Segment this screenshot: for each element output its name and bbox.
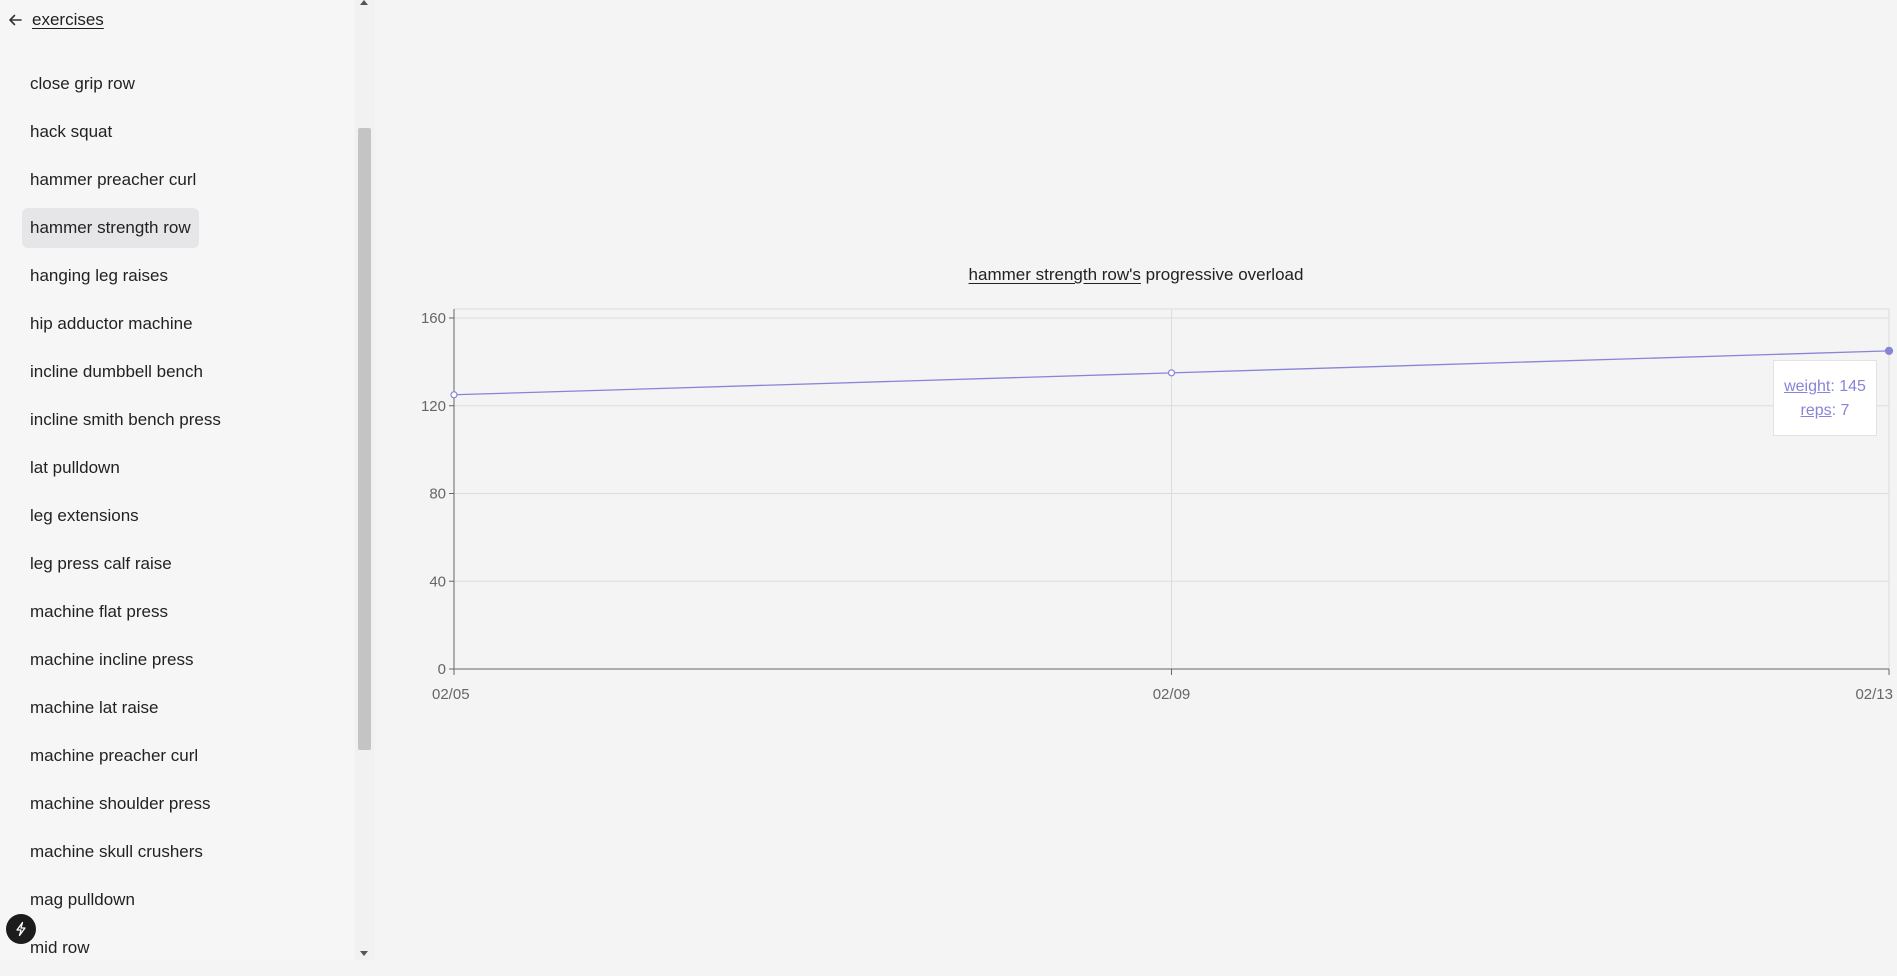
x-tick-label: 02/13 bbox=[1855, 686, 1893, 703]
data-point bbox=[1884, 346, 1894, 356]
chart-tooltip: weight: 145 reps: 7 bbox=[1773, 360, 1877, 436]
tooltip-reps-key: reps bbox=[1800, 402, 1832, 419]
x-tick-label: 02/09 bbox=[1153, 686, 1191, 703]
y-tick-label: 0 bbox=[438, 661, 446, 678]
progress-line-chart: 0 40 80 120 160 02/05 02/09 02/13 bbox=[421, 308, 1894, 703]
tooltip-weight-key: weight bbox=[1784, 378, 1831, 395]
y-tick-label: 160 bbox=[421, 310, 446, 327]
data-point bbox=[1167, 369, 1176, 377]
y-tick-label: 80 bbox=[429, 486, 446, 503]
tooltip-reps-value: : 7 bbox=[1831, 402, 1850, 419]
tooltip-weight-value: : 145 bbox=[1830, 378, 1866, 395]
y-tick-label: 120 bbox=[421, 398, 446, 415]
data-point bbox=[450, 391, 458, 399]
x-tick-label: 02/05 bbox=[432, 686, 470, 703]
y-tick-label: 40 bbox=[429, 573, 446, 590]
